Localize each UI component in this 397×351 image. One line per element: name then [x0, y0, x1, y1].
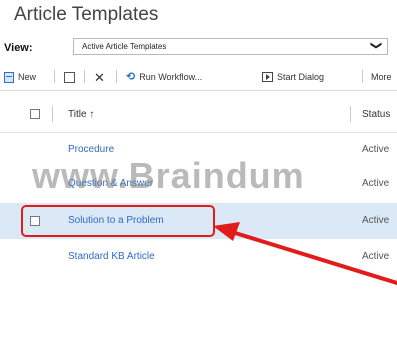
annotation-arrow [213, 222, 397, 285]
